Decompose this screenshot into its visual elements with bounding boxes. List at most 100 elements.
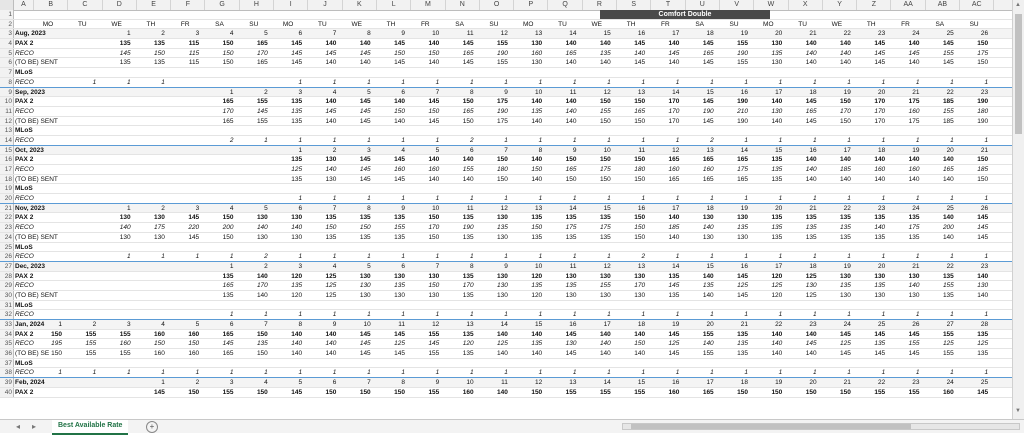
rate-cell[interactable]: 210 <box>720 107 750 116</box>
row-label[interactable]: Oct, 2023 <box>15 146 65 155</box>
rate-cell[interactable]: 150 <box>446 117 476 126</box>
rate-cell[interactable]: 135 <box>514 281 544 290</box>
rate-cell[interactable]: 150 <box>206 58 236 67</box>
weekday-cell[interactable]: SU <box>480 20 510 29</box>
rate-cell[interactable]: 150 <box>206 39 236 48</box>
rate-cell[interactable]: 1 <box>446 78 476 87</box>
rate-cell[interactable]: 1 <box>480 136 510 145</box>
rate-cell[interactable]: 155 <box>892 388 922 397</box>
rate-cell[interactable]: 150 <box>514 223 544 232</box>
rate-cell[interactable]: 1 <box>823 368 853 377</box>
rate-cell[interactable]: 145 <box>960 233 990 242</box>
rate-cell[interactable]: 14 <box>549 204 579 213</box>
rate-cell[interactable]: 140 <box>308 349 338 358</box>
rate-cell[interactable]: 15 <box>686 88 716 97</box>
rate-cell[interactable]: 20 <box>857 88 887 97</box>
rate-cell[interactable]: 15 <box>583 29 613 38</box>
rate-cell[interactable]: 135 <box>206 272 236 281</box>
rate-cell[interactable]: 140 <box>308 58 338 67</box>
rate-cell[interactable]: 150 <box>34 330 64 339</box>
rate-cell[interactable]: 22 <box>926 262 956 271</box>
weekday-cell[interactable]: MO <box>34 20 64 29</box>
column-header[interactable]: E <box>137 0 172 10</box>
column-header[interactable]: R <box>583 0 618 10</box>
rate-cell[interactable]: 130 <box>308 175 338 184</box>
rate-cell[interactable]: 145 <box>789 117 819 126</box>
rate-cell[interactable]: 155 <box>583 388 613 397</box>
rate-cell[interactable]: 1 <box>480 310 510 319</box>
rate-cell[interactable]: 21 <box>960 146 990 155</box>
rate-cell[interactable]: 160 <box>411 165 441 174</box>
rate-cell[interactable]: 15 <box>686 262 716 271</box>
rate-cell[interactable]: 150 <box>720 388 750 397</box>
weekday-cell[interactable]: WE <box>103 20 133 29</box>
row-label[interactable]: RECO <box>15 223 65 232</box>
weekday-cell[interactable]: FR <box>411 20 441 29</box>
rate-cell[interactable]: 145 <box>549 349 579 358</box>
rate-cell[interactable]: 140 <box>617 349 647 358</box>
rate-cell[interactable]: 5 <box>240 204 270 213</box>
rate-cell[interactable]: 130 <box>617 291 647 300</box>
rate-cell[interactable]: 8 <box>343 29 373 38</box>
rate-cell[interactable]: 1 <box>411 252 441 261</box>
rate-cell[interactable]: 22 <box>926 88 956 97</box>
rate-cell[interactable]: 120 <box>754 291 784 300</box>
rate-cell[interactable]: 1 <box>651 78 681 87</box>
rate-cell[interactable]: 145 <box>926 58 956 67</box>
rate-cell[interactable]: 1 <box>274 310 304 319</box>
rate-cell[interactable]: 165 <box>446 49 476 58</box>
rate-cell[interactable]: 7 <box>308 29 338 38</box>
rate-cell[interactable]: 135 <box>754 165 784 174</box>
column-header[interactable]: G <box>206 0 240 10</box>
rate-cell[interactable]: 140 <box>960 291 990 300</box>
rate-cell[interactable]: 145 <box>274 49 304 58</box>
rate-cell[interactable]: 150 <box>446 97 476 106</box>
rate-cell[interactable]: 1 <box>377 136 407 145</box>
rate-cell[interactable]: 2 <box>137 204 167 213</box>
rate-cell[interactable]: 1 <box>789 136 819 145</box>
column-header[interactable]: O <box>480 0 515 10</box>
rate-cell[interactable]: 150 <box>617 339 647 348</box>
rate-cell[interactable]: 180 <box>480 165 510 174</box>
rate-cell[interactable]: 135 <box>103 58 133 67</box>
rate-cell[interactable]: 140 <box>857 155 887 164</box>
rate-cell[interactable]: 140 <box>240 291 270 300</box>
rate-cell[interactable]: 140 <box>514 155 544 164</box>
rate-cell[interactable]: 17 <box>651 29 681 38</box>
rate-cell[interactable]: 1 <box>651 136 681 145</box>
rate-cell[interactable]: 2 <box>240 88 270 97</box>
rate-cell[interactable]: 140 <box>686 272 716 281</box>
rate-cell[interactable]: 130 <box>480 213 510 222</box>
rate-cell[interactable]: 160 <box>137 330 167 339</box>
rate-cell[interactable]: 1 <box>651 252 681 261</box>
column-header[interactable]: F <box>171 0 206 10</box>
rate-cell[interactable]: 165 <box>720 175 750 184</box>
rate-cell[interactable]: 1 <box>514 136 544 145</box>
rate-cell[interactable]: 150 <box>549 175 579 184</box>
rate-cell[interactable]: 1 <box>377 252 407 261</box>
rate-cell[interactable]: 150 <box>583 97 613 106</box>
rate-cell[interactable]: 1 <box>720 252 750 261</box>
rate-cell[interactable]: 1 <box>892 78 922 87</box>
rate-cell[interactable]: 140 <box>377 97 407 106</box>
rate-cell[interactable]: 115 <box>171 58 201 67</box>
rate-cell[interactable]: 175 <box>480 117 510 126</box>
rate-cell[interactable]: 1 <box>343 368 373 377</box>
rate-cell[interactable]: 1 <box>343 136 373 145</box>
row-number[interactable]: 12 <box>0 116 14 126</box>
rate-cell[interactable]: 130 <box>274 213 304 222</box>
rate-cell[interactable]: 2 <box>240 262 270 271</box>
rate-cell[interactable]: 140 <box>480 330 510 339</box>
row-label[interactable]: (TO BE) SENT <box>15 233 65 242</box>
rate-cell[interactable]: 150 <box>823 117 853 126</box>
rate-cell[interactable]: 1 <box>206 252 236 261</box>
rate-cell[interactable]: 18 <box>720 378 750 387</box>
rate-cell[interactable]: 130 <box>103 233 133 242</box>
row-label[interactable]: PAX 2 <box>15 97 65 106</box>
rate-cell[interactable]: 16 <box>720 88 750 97</box>
rate-cell[interactable]: 135 <box>857 233 887 242</box>
rate-cell[interactable]: 150 <box>377 49 407 58</box>
rate-cell[interactable]: 140 <box>274 349 304 358</box>
rate-cell[interactable]: 165 <box>789 107 819 116</box>
rate-cell[interactable]: 150 <box>617 175 647 184</box>
